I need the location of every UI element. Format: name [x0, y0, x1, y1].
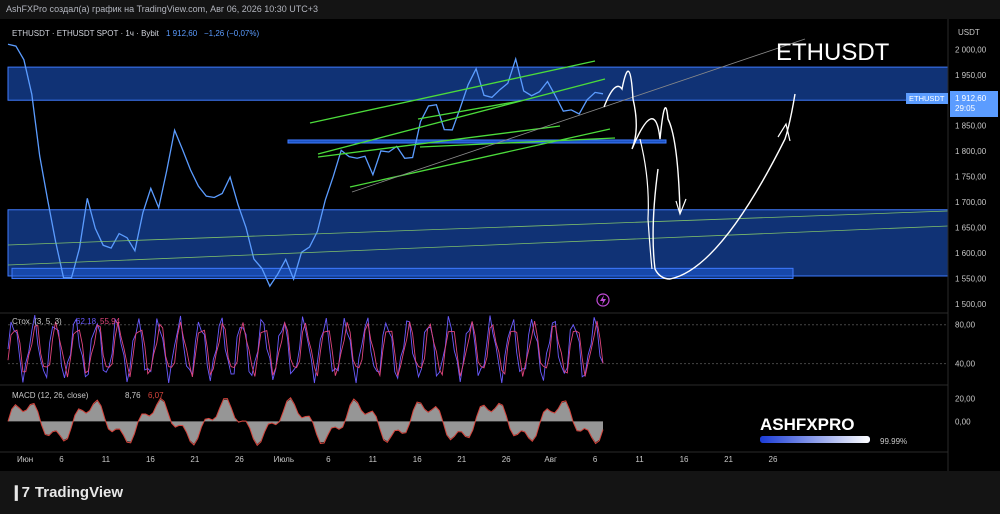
time-tick-label: 16: [413, 455, 422, 464]
time-tick-label: 11: [369, 455, 378, 464]
symbol-last-price: 1 912,60: [166, 29, 198, 38]
price-tick-label: 1 650,00: [955, 224, 987, 233]
price-tick-label: 1 950,00: [955, 71, 987, 80]
time-tick-label: 16: [680, 455, 689, 464]
time-tick-label: 26: [502, 455, 511, 464]
time-tick-label: 6: [593, 455, 598, 464]
macd-label: MACD (12, 26, close): [12, 391, 89, 400]
price-zone: [7, 66, 949, 101]
price-tick-label: 1 750,00: [955, 173, 987, 182]
price-tick-label: 1 800,00: [955, 147, 987, 156]
macd-value: 8,76: [125, 391, 141, 400]
time-tick-label: Июль: [274, 455, 294, 464]
stoch-tick-label: 40,00: [955, 360, 976, 369]
time-tick-label: 26: [769, 455, 778, 464]
macd-tick-label: 0,00: [955, 417, 971, 426]
attribution-bar: AshFXPro создал(а) график на TradingView…: [0, 0, 1000, 19]
price-tick-label: 1 850,00: [955, 122, 987, 131]
time-tick-label: 11: [635, 455, 644, 464]
time-tick-label: 6: [59, 455, 64, 464]
watermark-brand: ASHFXPRO: [760, 415, 854, 434]
price-zone: [287, 139, 667, 144]
stoch-d-value: 55,94: [100, 317, 121, 326]
watermark-percent: 99.99%: [880, 437, 907, 446]
time-tick-label: 16: [146, 455, 155, 464]
tradingview-brand: TradingView: [34, 483, 124, 501]
chart-frame[interactable]: 2 000,001 950,001 900,001 850,001 800,00…: [0, 19, 1000, 471]
time-tick-label: 6: [326, 455, 331, 464]
time-tick-label: 21: [724, 455, 733, 464]
price-tick-label: 1 600,00: [955, 249, 987, 258]
badge-price: 1 912,60: [955, 94, 987, 103]
footer-bar: ❙7 TradingView: [0, 471, 1000, 514]
macd-tick-label: 20,00: [955, 394, 976, 403]
stoch-tick-label: 80,00: [955, 321, 976, 330]
symbol-change: −1,26 (−0,07%): [204, 29, 259, 38]
time-tick-label: 26: [235, 455, 244, 464]
price-tick-label: 1 550,00: [955, 275, 987, 284]
macd-signal-value: 6,07: [148, 391, 164, 400]
price-tick-label: 1 700,00: [955, 198, 987, 207]
symbol-title: ETHUSDT · ETHUSDT SPOT · 1ч · Bybit: [12, 29, 160, 38]
tradingview-mark-icon: ❙7: [10, 484, 30, 501]
time-tick-label: 21: [457, 455, 466, 464]
badge-timer: 29:05: [955, 104, 976, 113]
currency-label: USDT: [958, 28, 980, 37]
time-tick-label: 11: [102, 455, 111, 464]
price-zone: [7, 209, 949, 277]
time-tick-label: Июн: [17, 455, 33, 464]
time-tick-label: 21: [190, 455, 199, 464]
tradingview-logo[interactable]: ❙7 TradingView: [10, 483, 124, 502]
attribution-text: AshFXPro создал(а) график на TradingView…: [6, 4, 319, 14]
time-tick-label: Авг: [544, 455, 557, 464]
chart-svg[interactable]: 2 000,001 950,001 900,001 850,001 800,00…: [0, 19, 1000, 471]
badge-symbol: ETHUSDT: [909, 94, 945, 103]
stoch-label: Стох. (3, 5, 3): [12, 317, 62, 326]
price-tick-label: 1 500,00: [955, 300, 987, 309]
ticker-annotation: ETHUSDT: [776, 39, 890, 66]
price-tick-label: 2 000,00: [955, 45, 987, 54]
stoch-k-value: 62,18: [76, 317, 97, 326]
